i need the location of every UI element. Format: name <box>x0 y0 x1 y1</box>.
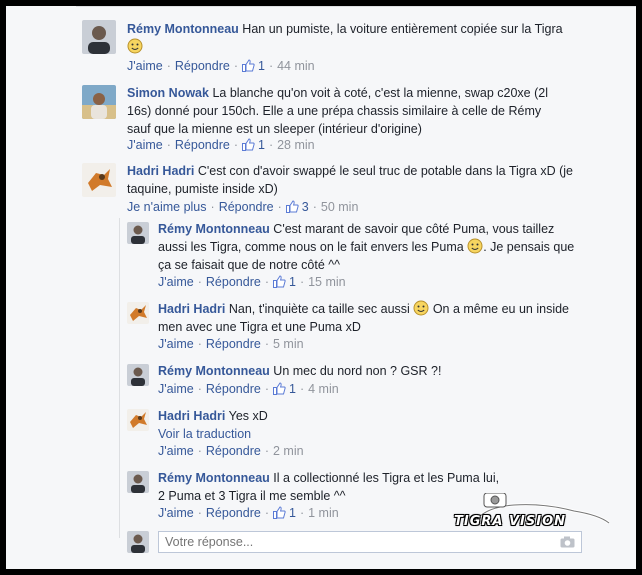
timestamp[interactable]: 2 min <box>273 444 304 458</box>
smiley-icon <box>467 238 483 254</box>
unlike-link[interactable]: Je n'aime plus <box>127 200 207 214</box>
comment-text: Un mec du nord non ? GSR ?! <box>273 364 442 378</box>
watermark-text: TIGRA VISION <box>454 514 567 529</box>
reply-link[interactable]: Répondre <box>206 382 261 396</box>
reply-link[interactable]: Répondre <box>175 138 230 152</box>
comments-panel: Rémy Montonneau Han un pumiste, la voitu… <box>6 6 636 569</box>
thumbs-up-icon <box>272 275 286 288</box>
timestamp[interactable]: 1 min <box>308 506 339 520</box>
like-count[interactable]: 1 <box>289 275 296 289</box>
comment-actions: J'aime · Répondre · 2 min <box>158 444 304 458</box>
reply-input[interactable] <box>159 532 551 552</box>
author-name[interactable]: Hadri Hadri <box>158 409 225 423</box>
like-count[interactable]: 1 <box>289 506 296 520</box>
avatar <box>127 531 149 553</box>
like-count[interactable]: 1 <box>289 382 296 396</box>
comment-text: C'est con d'avoir swappé le seul truc de… <box>127 164 573 196</box>
like-count[interactable]: 1 <box>258 59 265 73</box>
avatar[interactable] <box>127 471 149 493</box>
reply-link[interactable]: Répondre <box>206 506 261 520</box>
reply-link[interactable]: Répondre <box>206 337 261 351</box>
thread-divider <box>119 218 120 538</box>
reply-link[interactable]: Répondre <box>219 200 274 214</box>
avatar[interactable] <box>127 222 149 244</box>
avatar[interactable] <box>127 364 149 386</box>
author-name[interactable]: Hadri Hadri <box>127 164 194 178</box>
comment-text: Nan, t'inquiète ca taille sec aussi <box>228 302 410 316</box>
avatar[interactable] <box>82 163 116 197</box>
comment-actions: J'aime · Répondre · 1 · 44 min <box>127 59 315 73</box>
comment-actions: J'aime · Répondre · 1 · 28 min <box>127 138 315 152</box>
timestamp[interactable]: 4 min <box>308 382 339 396</box>
timestamp[interactable]: 44 min <box>277 59 315 73</box>
like-link[interactable]: J'aime <box>158 382 194 396</box>
comment-actions: Je n'aime plus · Répondre · 3 · 50 min <box>127 200 359 214</box>
avatar[interactable] <box>127 409 149 431</box>
avatar[interactable] <box>127 302 149 324</box>
camera-icon[interactable] <box>560 536 575 548</box>
like-link[interactable]: J'aime <box>127 59 163 73</box>
like-link[interactable]: J'aime <box>158 506 194 520</box>
avatar[interactable] <box>82 85 116 119</box>
timestamp[interactable]: 15 min <box>308 275 346 289</box>
comment-actions: J'aime · Répondre · 1 · 1 min <box>158 506 339 520</box>
comment-text: Han un pumiste, la voiture entièrement c… <box>242 22 563 36</box>
timestamp[interactable]: 5 min <box>273 337 304 351</box>
thumbs-up-icon <box>241 138 255 151</box>
reply-link[interactable]: Répondre <box>206 444 261 458</box>
comment-actions: J'aime · Répondre · 1 · 4 min <box>158 382 339 396</box>
divider <box>76 6 636 7</box>
like-link[interactable]: J'aime <box>158 444 194 458</box>
author-name[interactable]: Simon Nowak <box>127 86 209 100</box>
thumbs-up-icon <box>285 200 299 213</box>
comment-actions: J'aime · Répondre · 1 · 15 min <box>158 275 346 289</box>
thumbs-up-icon <box>241 59 255 72</box>
see-translation-link[interactable]: Voir la traduction <box>158 425 578 443</box>
smiley-icon <box>127 38 143 54</box>
avatar[interactable] <box>82 20 116 54</box>
like-link[interactable]: J'aime <box>158 275 194 289</box>
timestamp[interactable]: 28 min <box>277 138 315 152</box>
comment-text: Yes xD <box>228 409 268 423</box>
thumbs-up-icon <box>272 506 286 519</box>
timestamp[interactable]: 50 min <box>321 200 359 214</box>
like-count[interactable]: 1 <box>258 138 265 152</box>
comment-actions: J'aime · Répondre · 5 min <box>158 337 304 351</box>
author-name[interactable]: Rémy Montonneau <box>158 471 270 485</box>
like-count[interactable]: 3 <box>302 200 309 214</box>
author-name[interactable]: Rémy Montonneau <box>158 222 270 236</box>
reply-link[interactable]: Répondre <box>206 275 261 289</box>
reply-box <box>158 531 582 553</box>
smiley-icon <box>413 300 429 316</box>
author-name[interactable]: Rémy Montonneau <box>127 22 239 36</box>
author-name[interactable]: Rémy Montonneau <box>158 364 270 378</box>
reply-link[interactable]: Répondre <box>175 59 230 73</box>
like-link[interactable]: J'aime <box>127 138 163 152</box>
author-name[interactable]: Hadri Hadri <box>158 302 225 316</box>
like-link[interactable]: J'aime <box>158 337 194 351</box>
thumbs-up-icon <box>272 382 286 395</box>
